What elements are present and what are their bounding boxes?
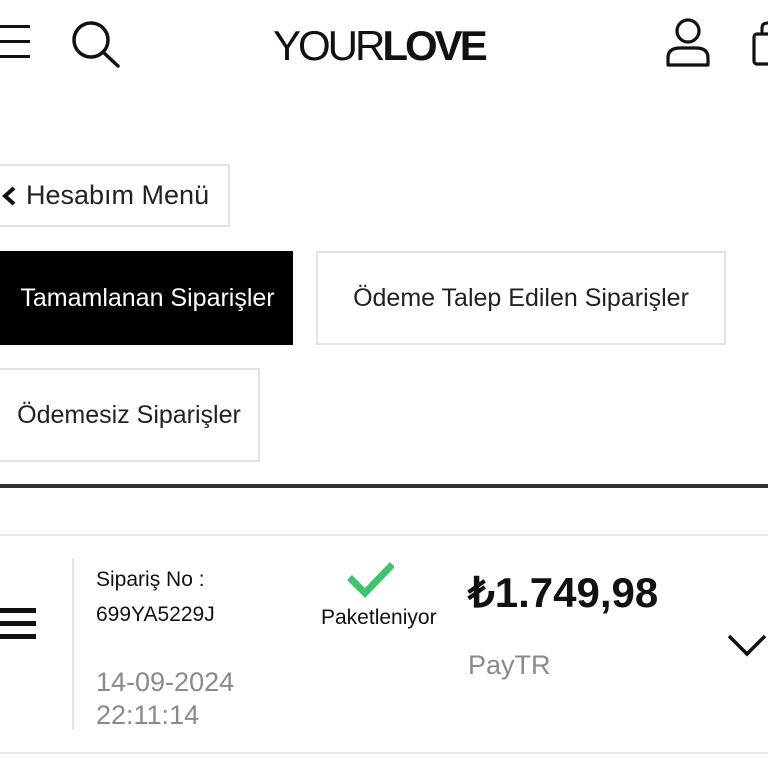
search-icon[interactable]	[70, 20, 122, 70]
orders-page: YOURLOVE Hesabım Menü Tamamlanan Sipariş…	[0, 0, 768, 768]
order-separator	[72, 558, 74, 730]
account-menu-button[interactable]: Hesabım Menü	[0, 164, 230, 227]
payment-method: PayTR	[468, 650, 551, 680]
check-icon	[348, 562, 394, 598]
order-price: ₺1.749,98	[468, 569, 659, 616]
chevron-down-icon[interactable]	[726, 630, 768, 660]
order-list-top-border	[0, 534, 768, 536]
tab-unpaid-orders-label: Ödemesiz Siparişler	[17, 400, 241, 429]
tab-payment-requested-orders[interactable]: Ödeme Talep Edilen Siparişler	[316, 251, 726, 345]
order-datetime: 14-09-2024 22:11:14	[96, 666, 234, 732]
account-menu-label: Hesabım Menü	[26, 180, 210, 210]
tab-completed-orders-label: Tamamlanan Siparişler	[20, 283, 275, 312]
section-divider	[0, 484, 768, 488]
order-number: 699YA5229J	[96, 603, 215, 626]
order-list-bottom-border	[0, 752, 768, 754]
order-date: 14-09-2024	[96, 667, 235, 697]
order-number-label: Sipariş No :	[96, 568, 205, 591]
logo-bold-text: LOVE	[382, 22, 487, 69]
order-menu-icon[interactable]	[0, 606, 38, 642]
tab-unpaid-orders[interactable]: Ödemesiz Siparişler	[0, 368, 260, 462]
logo-light-text: YOUR	[273, 22, 385, 69]
tab-payment-requested-orders-label: Ödeme Talep Edilen Siparişler	[353, 283, 689, 312]
user-icon[interactable]	[664, 16, 712, 68]
order-status: Paketleniyor	[321, 606, 437, 629]
menu-icon[interactable]	[0, 22, 32, 62]
site-logo[interactable]: YOURLOVE	[273, 22, 488, 70]
tab-completed-orders[interactable]: Tamamlanan Siparişler	[0, 251, 293, 345]
bag-icon[interactable]	[750, 20, 768, 68]
chevron-left-icon	[1, 186, 16, 205]
order-time: 22:11:14	[96, 700, 200, 730]
